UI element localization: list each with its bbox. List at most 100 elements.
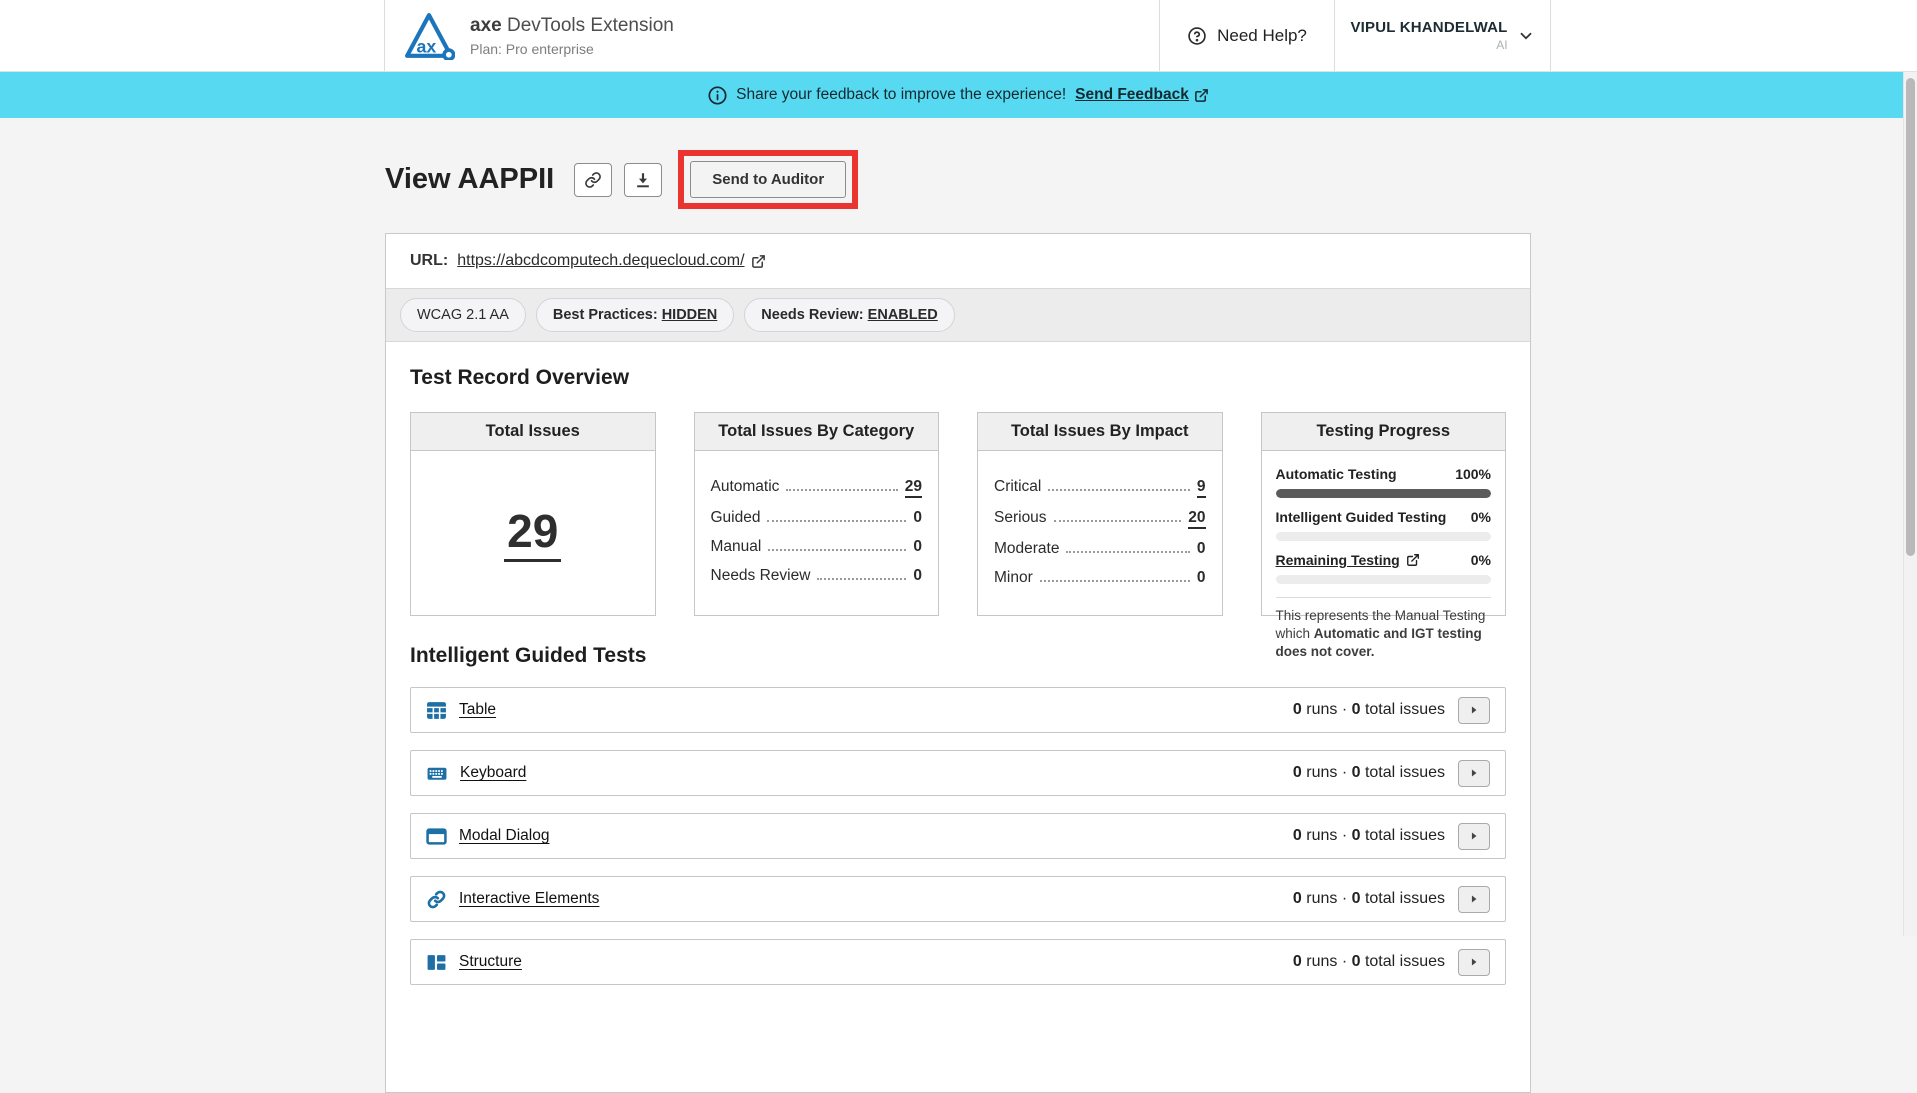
vertical-scrollbar[interactable]	[1903, 72, 1917, 936]
impact-row: Serious20	[994, 509, 1206, 529]
expand-row-button[interactable]	[1458, 823, 1490, 850]
caret-right-icon	[1467, 892, 1481, 906]
issues-label: total issues	[1361, 701, 1445, 718]
stat-value-link[interactable]: 20	[1188, 509, 1205, 529]
issues-count: 0	[1352, 827, 1361, 844]
download-icon	[634, 171, 652, 189]
progress-percent: 0%	[1471, 552, 1491, 568]
stat-value: 0	[913, 538, 922, 556]
remaining-testing-link[interactable]: Remaining Testing	[1276, 552, 1420, 568]
page-title: View AAPPII	[385, 163, 554, 196]
runs-label: runs ·	[1302, 764, 1352, 781]
guided-test-row-keyboard: Keyboard 0 runs · 0 total issues	[410, 750, 1506, 796]
app-header: ax axe DevTools Extension Plan: Pro ente…	[0, 0, 1917, 72]
needs-review-label: Needs Review:	[761, 307, 867, 323]
progress-bar	[1276, 489, 1492, 498]
stat-value: 0	[1197, 540, 1206, 558]
expand-row-button[interactable]	[1458, 697, 1490, 724]
dotted-leader	[768, 549, 906, 551]
chain-links-icon	[426, 889, 447, 910]
stat-label: Critical	[994, 478, 1041, 496]
progress-label: Automatic Testing	[1276, 466, 1397, 482]
plan-label: Plan: Pro enterprise	[470, 41, 674, 57]
axe-logo-icon: ax	[403, 12, 455, 60]
brand-text: axe DevTools Extension Plan: Pro enterpr…	[470, 15, 674, 57]
send-feedback-label: Send Feedback	[1075, 86, 1189, 104]
guided-test-link[interactable]: Modal Dialog	[459, 827, 549, 845]
guided-test-link[interactable]: Keyboard	[460, 764, 526, 782]
guided-test-link[interactable]: Table	[459, 701, 496, 719]
category-row: Automatic29	[711, 478, 923, 498]
chain-link-icon	[584, 171, 602, 189]
progress-label: Remaining Testing	[1276, 552, 1400, 568]
best-practices-toggle[interactable]: Best Practices: HIDDEN	[536, 298, 734, 332]
keyboard-icon	[426, 763, 448, 784]
issues-label: total issues	[1361, 953, 1445, 970]
brand: ax axe DevTools Extension Plan: Pro ente…	[385, 0, 1159, 71]
user-menu[interactable]: VIPUL KHANDELWAL AI	[1334, 0, 1551, 71]
issues-count: 0	[1352, 953, 1361, 970]
runs-label: runs ·	[1302, 890, 1352, 907]
annotation-highlight-box: Send to Auditor	[678, 150, 858, 209]
stat-label: Needs Review	[711, 567, 811, 585]
send-to-auditor-button[interactable]: Send to Auditor	[690, 161, 846, 198]
header-right-spacer	[1551, 0, 1917, 71]
app-title: axe DevTools Extension	[470, 15, 674, 37]
runs-count: 0	[1293, 890, 1302, 907]
card-title: Testing Progress	[1262, 413, 1506, 451]
progress-percent: 100%	[1455, 466, 1491, 482]
total-issues-value[interactable]: 29	[504, 504, 561, 562]
overview-section: Test Record Overview Total Issues 29 Tot…	[386, 342, 1530, 616]
progress-row: Automatic Testing 100%	[1276, 466, 1492, 482]
progress-bar	[1276, 532, 1492, 541]
table-icon	[426, 700, 447, 721]
external-link-icon	[751, 254, 766, 269]
header-left-spacer	[0, 0, 385, 71]
stat-label: Manual	[711, 538, 762, 556]
user-sub: AI	[1350, 38, 1507, 52]
user-block: VIPUL KHANDELWAL AI	[1350, 19, 1507, 52]
caret-right-icon	[1467, 955, 1481, 969]
dotted-leader	[786, 489, 897, 491]
test-record-panel: URL: https://abcdcomputech.dequecloud.co…	[385, 233, 1531, 1093]
card-title: Total Issues	[411, 413, 655, 451]
expand-row-button[interactable]	[1458, 886, 1490, 913]
expand-row-button[interactable]	[1458, 760, 1490, 787]
best-practices-label: Best Practices:	[553, 307, 662, 323]
impact-row: Critical 9	[994, 478, 1206, 498]
guided-test-row-structure: Structure 0 runs · 0 total issues	[410, 939, 1506, 985]
total-issues-card: Total Issues 29	[410, 412, 656, 616]
guided-tests-section: Intelligent Guided Tests Table 0 runs · …	[386, 616, 1530, 1009]
issues-count: 0	[1352, 701, 1361, 718]
dotted-leader	[1054, 520, 1182, 522]
stat-value-link[interactable]: 29	[905, 478, 922, 498]
expand-row-button[interactable]	[1458, 949, 1490, 976]
send-feedback-link[interactable]: Send Feedback	[1075, 86, 1209, 104]
record-url-link[interactable]: https://abcdcomputech.dequecloud.com/	[457, 252, 765, 270]
guided-test-link[interactable]: Interactive Elements	[459, 890, 599, 908]
external-link-icon	[1194, 88, 1209, 103]
best-practices-value: HIDDEN	[662, 307, 718, 323]
record-url: https://abcdcomputech.dequecloud.com/	[457, 252, 744, 270]
download-button[interactable]	[624, 163, 662, 197]
runs-count: 0	[1293, 701, 1302, 718]
guided-test-link[interactable]: Structure	[459, 953, 522, 971]
issues-by-category-card: Total Issues By Category Automatic29 Gui…	[694, 412, 940, 616]
guided-test-row-table: Table 0 runs · 0 total issues	[410, 687, 1506, 733]
needs-review-toggle[interactable]: Needs Review: ENABLED	[744, 298, 954, 332]
runs-label: runs ·	[1302, 827, 1352, 844]
runs-label: runs ·	[1302, 953, 1352, 970]
modal-dialog-icon	[426, 826, 447, 847]
caret-right-icon	[1467, 829, 1481, 843]
stat-value: 0	[913, 509, 922, 527]
issues-by-impact-card: Total Issues By Impact Critical9 Serious…	[977, 412, 1223, 616]
scrollbar-thumb[interactable]	[1906, 78, 1915, 556]
guided-test-stats: 0 runs · 0 total issues	[1293, 823, 1490, 850]
stat-value-link[interactable]: 9	[1197, 478, 1206, 498]
stat-value: 0	[1197, 569, 1206, 587]
runs-label: runs ·	[1302, 701, 1352, 718]
need-help-button[interactable]: Need Help?	[1159, 0, 1334, 71]
copy-link-button[interactable]	[574, 163, 612, 197]
dotted-leader	[817, 578, 906, 580]
progress-percent: 0%	[1471, 509, 1491, 525]
